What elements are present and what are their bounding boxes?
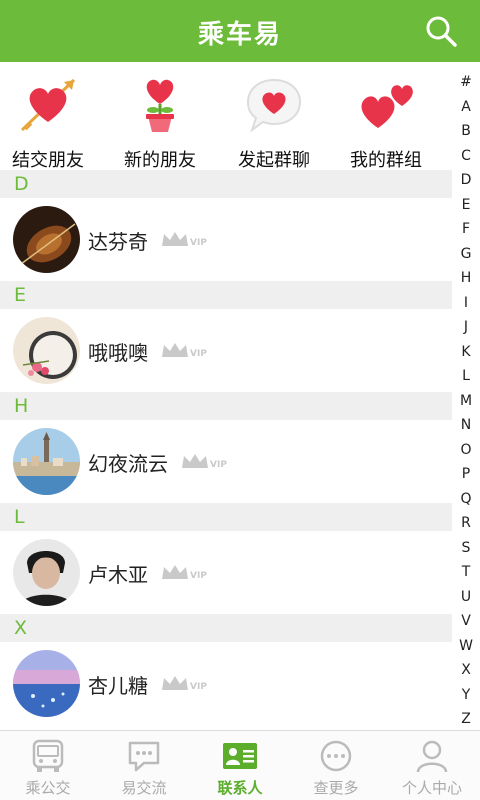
two-hearts-icon: [361, 85, 413, 128]
contact-row[interactable]: 哦哦噢 VIP: [0, 309, 452, 392]
index-letter[interactable]: M: [452, 389, 480, 414]
avatar: [13, 650, 80, 717]
index-letter[interactable]: Q: [452, 487, 480, 512]
index-letter[interactable]: G: [452, 242, 480, 267]
svg-text:VIP: VIP: [190, 238, 207, 248]
quick-action-label: 发起群聊: [238, 150, 310, 171]
my-groups-button[interactable]: 我的群组: [330, 72, 442, 171]
section-header: H: [0, 392, 452, 420]
tab-label: 易交流: [121, 779, 167, 797]
start-group-chat-button[interactable]: 发起群聊: [218, 72, 330, 171]
svg-text:VIP: VIP: [190, 571, 207, 581]
index-letter[interactable]: R: [452, 511, 480, 536]
vip-badge-icon: VIP: [162, 232, 207, 248]
index-letter[interactable]: #: [452, 70, 480, 95]
index-letter[interactable]: H: [452, 266, 480, 291]
bottom-tab-bar: 乘公交 易交流 联系人 查更多 个人中心: [0, 730, 480, 800]
section-header: E: [0, 281, 452, 309]
index-letter[interactable]: U: [452, 585, 480, 610]
contact-name: 达芬奇: [88, 230, 148, 254]
index-letter[interactable]: N: [452, 413, 480, 438]
contact-name: 哦哦噢: [88, 341, 148, 365]
heart-bubble-icon: [246, 78, 302, 133]
tab-bus[interactable]: 乘公交: [0, 731, 96, 800]
vip-badge-icon: VIP: [182, 454, 227, 470]
tab-chat[interactable]: 易交流: [96, 731, 192, 800]
avatar: [13, 317, 80, 384]
vip-badge-icon: VIP: [162, 676, 207, 692]
index-letter[interactable]: D: [452, 168, 480, 193]
contact-list: D 达芬奇 VIP E 哦哦噢 VIP H 幻夜流云 VIP L 卢木亚 VIP…: [0, 170, 452, 725]
app-title: 乘车易: [197, 20, 282, 50]
contact-name: 卢木亚: [88, 563, 148, 587]
more-circle-icon: [320, 740, 352, 772]
index-letter[interactable]: J: [452, 315, 480, 340]
index-letter[interactable]: T: [452, 560, 480, 585]
vip-badge-icon: VIP: [162, 343, 207, 359]
contacts-card-icon: [223, 743, 257, 769]
make-friends-button[interactable]: 结交朋友: [0, 72, 104, 171]
index-letter[interactable]: B: [452, 119, 480, 144]
section-header: X: [0, 614, 452, 642]
index-letter[interactable]: L: [452, 364, 480, 389]
tab-label: 查更多: [313, 779, 359, 797]
index-letter[interactable]: Z: [452, 707, 480, 732]
bus-icon: [32, 739, 64, 772]
svg-text:VIP: VIP: [190, 682, 207, 692]
index-letter[interactable]: O: [452, 438, 480, 463]
section-header: D: [0, 170, 452, 198]
quick-action-label: 结交朋友: [12, 150, 84, 171]
tab-label: 联系人: [217, 779, 263, 797]
app-header: 乘车易: [0, 0, 480, 62]
quick-actions: 结交朋友 新的朋友 发起群聊 我的群组: [0, 62, 450, 171]
index-letter[interactable]: W: [452, 634, 480, 659]
index-letter[interactable]: V: [452, 609, 480, 634]
tab-contacts[interactable]: 联系人: [192, 731, 288, 800]
index-letter[interactable]: I: [452, 291, 480, 316]
contact-row[interactable]: 杏儿糖 VIP: [0, 642, 452, 725]
contact-row[interactable]: 达芬奇 VIP: [0, 198, 452, 281]
index-letter[interactable]: P: [452, 462, 480, 487]
avatar: [13, 206, 80, 273]
avatar: [13, 539, 80, 606]
index-letter[interactable]: A: [452, 95, 480, 120]
tab-label: 乘公交: [25, 779, 71, 797]
quick-action-label: 我的群组: [350, 150, 422, 171]
contact-name: 杏儿糖: [88, 674, 148, 698]
contact-name: 幻夜流云: [88, 452, 168, 476]
contact-row[interactable]: 卢木亚 VIP: [0, 531, 452, 614]
tab-more[interactable]: 查更多: [288, 731, 384, 800]
index-letter[interactable]: X: [452, 658, 480, 683]
person-icon: [416, 740, 448, 773]
index-letter[interactable]: Y: [452, 683, 480, 708]
index-letter[interactable]: K: [452, 340, 480, 365]
new-friends-button[interactable]: 新的朋友: [104, 72, 216, 171]
quick-action-label: 新的朋友: [124, 150, 196, 171]
contact-row[interactable]: 幻夜流云 VIP: [0, 420, 452, 503]
tab-profile[interactable]: 个人中心: [384, 731, 480, 800]
svg-text:VIP: VIP: [190, 349, 207, 359]
index-letter[interactable]: C: [452, 144, 480, 169]
index-letter[interactable]: S: [452, 536, 480, 561]
vip-badge-icon: VIP: [162, 565, 207, 581]
section-header: L: [0, 503, 452, 531]
alphabet-index[interactable]: # A B C D E F G H I J K L M N O P Q R S T U V W X Y Z: [452, 70, 480, 730]
chat-icon: [128, 741, 160, 772]
avatar: [13, 428, 80, 495]
index-letter[interactable]: E: [452, 193, 480, 218]
svg-text:VIP: VIP: [210, 460, 227, 470]
heart-arrow-icon: [20, 78, 76, 132]
index-letter[interactable]: F: [452, 217, 480, 242]
search-icon[interactable]: [424, 14, 458, 48]
heart-plant-icon: [146, 79, 174, 132]
tab-label: 个人中心: [401, 779, 462, 797]
